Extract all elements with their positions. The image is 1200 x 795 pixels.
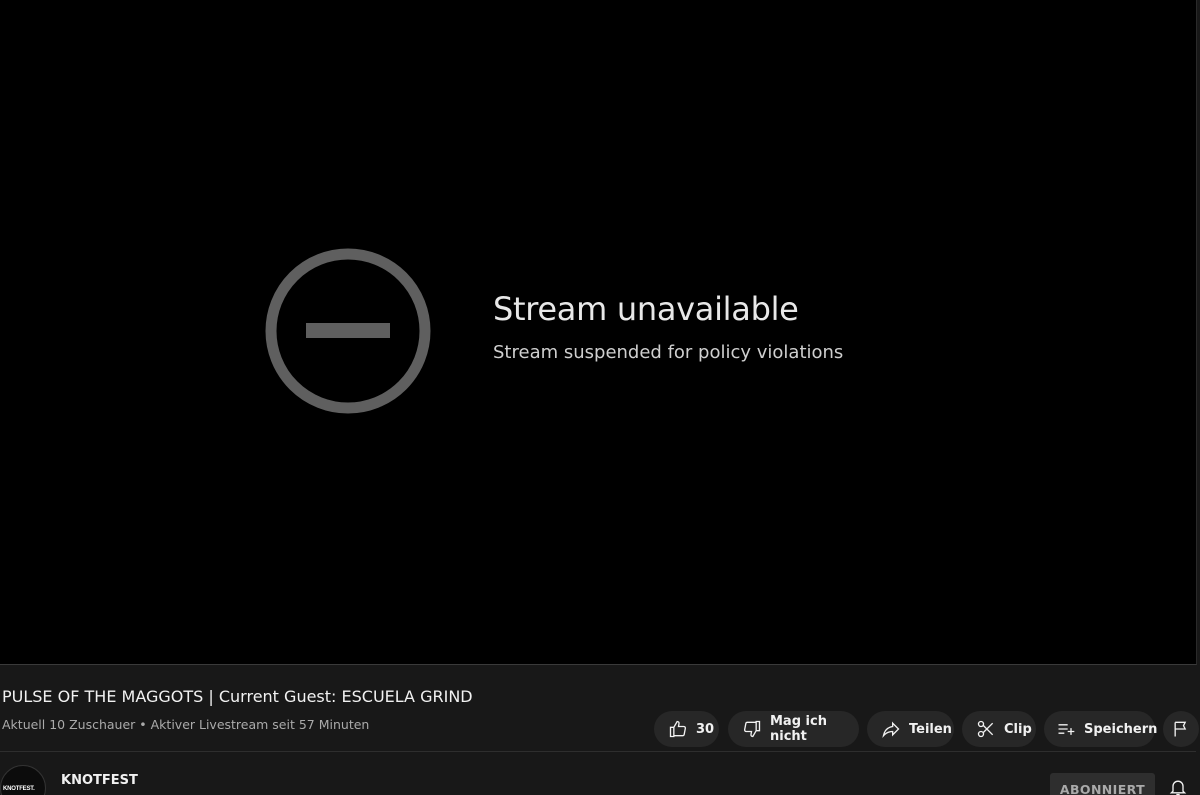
scissors-icon bbox=[977, 720, 994, 738]
like-button[interactable]: 30 bbox=[654, 711, 719, 747]
clip-button[interactable]: Clip bbox=[962, 711, 1036, 747]
channel-avatar[interactable]: KNOTFEST. bbox=[0, 765, 46, 795]
playlist-add-icon bbox=[1058, 724, 1075, 735]
dislike-button[interactable]: Mag ich nicht bbox=[728, 711, 859, 747]
dislike-label: Mag ich nicht bbox=[770, 714, 827, 744]
video-title: PULSE OF THE MAGGOTS | Current Guest: ES… bbox=[2, 687, 473, 706]
video-info: Aktuell 10 Zuschauer • Aktiver Livestrea… bbox=[2, 717, 370, 732]
subscribe-button[interactable]: ABONNIERT bbox=[1050, 773, 1155, 795]
player-error-subtitle: Stream suspended for policy violations bbox=[493, 342, 844, 363]
video-player[interactable]: Stream unavailable Stream suspended for … bbox=[0, 0, 1197, 665]
report-button[interactable] bbox=[1163, 711, 1199, 747]
save-label: Speichern bbox=[1084, 721, 1158, 737]
channel-name[interactable]: KNOTFEST bbox=[61, 773, 138, 788]
thumbs-down-icon bbox=[743, 720, 761, 738]
avatar-logo-text: KNOTFEST. bbox=[3, 786, 35, 792]
share-icon bbox=[882, 721, 900, 739]
player-error-title: Stream unavailable bbox=[493, 290, 799, 328]
section-divider bbox=[0, 751, 1196, 752]
share-label: Teilen bbox=[909, 721, 952, 737]
like-count: 30 bbox=[696, 721, 715, 737]
bell-icon[interactable] bbox=[1168, 777, 1188, 795]
share-button[interactable]: Teilen bbox=[867, 711, 954, 747]
save-button[interactable]: Speichern bbox=[1044, 711, 1158, 747]
clip-label: Clip bbox=[1004, 721, 1032, 737]
circle-minus-icon bbox=[265, 248, 431, 414]
flag-icon bbox=[1174, 721, 1187, 737]
video-meta: PULSE OF THE MAGGOTS | Current Guest: ES… bbox=[0, 665, 1200, 795]
thumbs-up-icon bbox=[669, 720, 687, 738]
